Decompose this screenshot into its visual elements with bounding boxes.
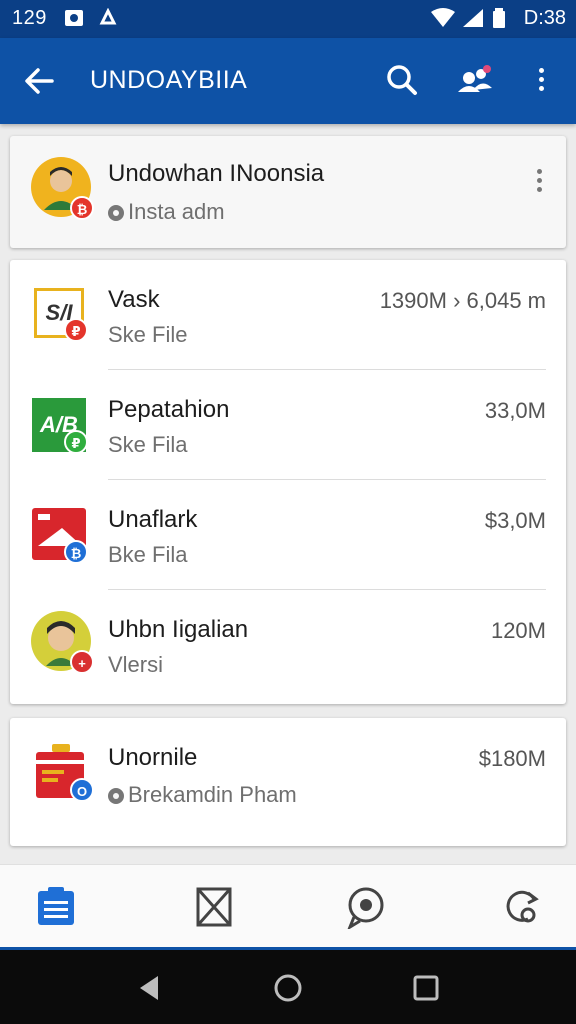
account-more-icon[interactable] bbox=[534, 166, 544, 200]
battery-icon bbox=[493, 8, 505, 28]
sync-icon[interactable] bbox=[498, 885, 542, 929]
item-amount: 1390M › 6,045 m bbox=[379, 288, 546, 313]
chat-bubble-icon[interactable] bbox=[344, 885, 388, 929]
recents-square-icon[interactable] bbox=[406, 968, 446, 1008]
featured-name: Unornile bbox=[108, 744, 198, 771]
item-subtitle: Ske Fila bbox=[108, 432, 188, 457]
account-avatar: ₿ bbox=[30, 156, 94, 220]
featured-subtitle-wrap: Brekamdin Pham bbox=[108, 782, 297, 808]
location-pin-icon bbox=[108, 205, 124, 221]
back-arrow-icon[interactable] bbox=[20, 62, 58, 100]
clipboard-list-icon[interactable] bbox=[34, 885, 78, 929]
system-navigation-bar bbox=[0, 950, 576, 1024]
location-pin-icon bbox=[108, 788, 124, 804]
item-icon-wrap: O bbox=[30, 742, 94, 804]
item-icon-wrap: + bbox=[30, 610, 94, 674]
list-item[interactable]: S/I ₽ Vask Ske File 1390M › 6,045 m bbox=[10, 260, 566, 370]
featured-card[interactable]: O Unornile Brekamdin Pham $180M bbox=[10, 718, 566, 846]
search-icon[interactable] bbox=[382, 60, 422, 100]
signal-icon bbox=[463, 9, 483, 27]
mail-icon[interactable] bbox=[192, 885, 236, 929]
items-card: S/I ₽ Vask Ske File 1390M › 6,045 m A/B … bbox=[10, 260, 566, 704]
account-name: Undowhan INoonsia bbox=[108, 160, 325, 187]
item-name: Unaflark bbox=[108, 506, 198, 533]
status-left-text: 129 bbox=[12, 7, 47, 29]
app-title: UNDOAYBIIA bbox=[90, 66, 248, 94]
featured-subtitle: Brekamdin Pham bbox=[128, 782, 297, 807]
status-clock: D:38 bbox=[523, 7, 566, 29]
list-item[interactable]: ₿ Unaflark Bke Fila $3,0M bbox=[10, 480, 566, 590]
bottom-navigation bbox=[0, 864, 576, 950]
account-badge: ₿ bbox=[70, 196, 94, 220]
account-subtitle-wrap: Insta adm bbox=[108, 199, 225, 225]
item-badge: ₿ bbox=[64, 540, 88, 564]
item-amount: $3,0M bbox=[484, 508, 546, 533]
item-icon-wrap: S/I ₽ bbox=[30, 284, 92, 346]
people-icon[interactable] bbox=[454, 60, 496, 100]
home-circle-icon[interactable] bbox=[268, 968, 308, 1008]
item-subtitle: Ske File bbox=[108, 322, 188, 347]
back-triangle-icon[interactable] bbox=[130, 968, 170, 1008]
item-badge: O bbox=[70, 778, 94, 802]
item-name: Vask bbox=[108, 286, 160, 313]
item-subtitle: Vlersi bbox=[108, 652, 164, 677]
list-item[interactable]: + Uhbn Iigalian Vlersi 120M bbox=[10, 590, 566, 700]
account-card[interactable]: ₿ Undowhan INoonsia Insta adm bbox=[10, 136, 566, 248]
app-notification-icon bbox=[99, 8, 117, 25]
item-amount: 120M bbox=[490, 618, 546, 643]
notification-icon bbox=[65, 10, 83, 26]
item-name: Uhbn Iigalian bbox=[108, 616, 249, 643]
app-bar: UNDOAYBIIA bbox=[0, 38, 576, 124]
status-bar: 129 D:38 bbox=[0, 0, 576, 38]
item-badge: ₽ bbox=[64, 318, 88, 342]
item-subtitle: Bke Fila bbox=[108, 542, 188, 567]
item-icon-wrap: ₿ bbox=[30, 504, 92, 566]
item-icon-wrap: A/B ₽ bbox=[30, 394, 92, 456]
wifi-icon bbox=[431, 8, 455, 27]
item-badge: + bbox=[70, 650, 94, 674]
more-options-icon[interactable] bbox=[536, 65, 546, 99]
item-amount: 33,0M bbox=[484, 398, 546, 423]
item-badge: ₽ bbox=[64, 430, 88, 454]
list-item[interactable]: A/B ₽ Pepatahion Ske Fila 33,0M bbox=[10, 370, 566, 480]
item-name: Pepatahion bbox=[108, 396, 230, 423]
account-subtitle: Insta adm bbox=[128, 199, 225, 224]
featured-amount: $180M bbox=[478, 746, 546, 771]
